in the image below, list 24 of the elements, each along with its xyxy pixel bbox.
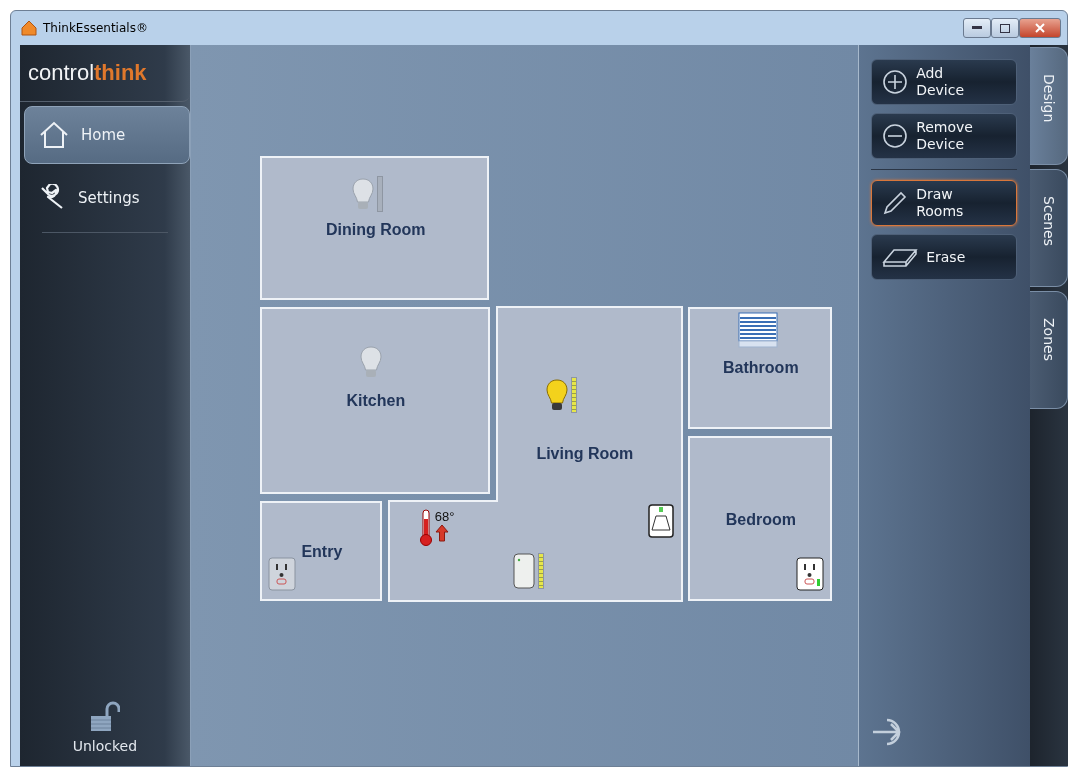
room-name: Entry bbox=[301, 543, 343, 561]
tool-button[interactable]: Add Device bbox=[871, 59, 1018, 105]
temperature-reading: 68° bbox=[434, 509, 455, 524]
nav-item[interactable]: Home bbox=[24, 106, 190, 164]
room-name: Living Room bbox=[536, 445, 634, 463]
room[interactable]: Entry bbox=[259, 501, 382, 601]
tool-button[interactable]: Erase bbox=[871, 234, 1018, 280]
room-name: Kitchen bbox=[346, 392, 406, 410]
room[interactable]: Dining Room bbox=[259, 156, 489, 300]
lock-status: Unlocked bbox=[72, 738, 138, 754]
room[interactable]: Bathroom bbox=[687, 307, 832, 429]
room[interactable]: Kitchen bbox=[259, 307, 490, 494]
room-name: Dining Room bbox=[326, 221, 426, 239]
room[interactable]: Bedroom bbox=[687, 436, 832, 601]
room-name: Bathroom bbox=[723, 359, 799, 377]
nav-item[interactable]: Settings bbox=[24, 170, 190, 226]
tool-button[interactable]: Draw Rooms bbox=[871, 180, 1018, 226]
side-tab[interactable]: Scenes bbox=[1030, 169, 1068, 287]
room-name: Bedroom bbox=[725, 511, 796, 529]
window-title: ThinkEssentials® bbox=[43, 21, 148, 35]
side-tab[interactable]: Design bbox=[1030, 47, 1068, 165]
side-tab[interactable]: Zones bbox=[1030, 291, 1068, 409]
tool-button[interactable]: Remove Device bbox=[871, 113, 1018, 159]
logo: controlthink bbox=[20, 45, 190, 102]
